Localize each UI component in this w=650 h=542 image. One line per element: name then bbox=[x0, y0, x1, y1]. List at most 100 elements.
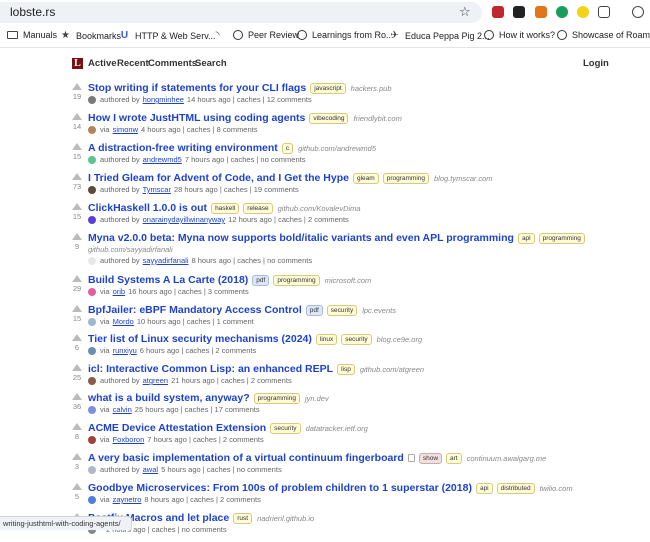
story-user-link[interactable]: Mordo bbox=[113, 317, 134, 326]
story-domain[interactable]: nadrieril.github.io bbox=[257, 514, 314, 523]
extension-icon-4[interactable] bbox=[556, 6, 568, 18]
story-user-link[interactable]: hongminhee bbox=[143, 95, 184, 104]
story-tag[interactable]: security bbox=[341, 333, 372, 345]
story-user-link[interactable]: runxiyu bbox=[113, 346, 137, 355]
profile-icon[interactable] bbox=[632, 6, 644, 18]
story-title-link[interactable]: Goodbye Microservices: From 100s of prob… bbox=[88, 482, 472, 494]
upvote-arrow-icon[interactable] bbox=[72, 393, 82, 400]
user-avatar[interactable] bbox=[88, 95, 96, 104]
story-title-link[interactable]: Myna v2.0.0 beta: Myna now supports bold… bbox=[88, 232, 514, 244]
story-tag[interactable]: rust bbox=[233, 512, 253, 524]
story-tag[interactable]: programming bbox=[253, 392, 300, 404]
story-tag[interactable]: art bbox=[446, 452, 462, 464]
upvote-arrow-icon[interactable] bbox=[72, 453, 82, 460]
bookmark-item[interactable]: Showcase of Roam bbox=[557, 30, 650, 40]
story-tag[interactable]: api bbox=[475, 482, 493, 494]
extensions-puzzle-icon[interactable] bbox=[598, 6, 610, 18]
story-tag[interactable]: programming bbox=[538, 232, 585, 244]
story-tag[interactable]: pdf bbox=[252, 274, 270, 286]
user-avatar[interactable] bbox=[88, 495, 96, 504]
upvote-arrow-icon[interactable] bbox=[72, 364, 82, 371]
story-tag[interactable]: distributed bbox=[496, 482, 535, 494]
story-tag[interactable]: pdf bbox=[305, 304, 323, 316]
bookmark-item[interactable]: Peer Review bbox=[233, 30, 299, 40]
story-tag[interactable]: programming bbox=[382, 172, 429, 184]
story-domain[interactable]: microsoft.com bbox=[325, 276, 372, 285]
story-domain[interactable]: blog.ce9e.org bbox=[377, 335, 422, 344]
story-title-link[interactable]: Tier list of Linux security mechanisms (… bbox=[88, 333, 312, 345]
story-user-link[interactable]: Foxboron bbox=[113, 435, 145, 444]
upvote-arrow-icon[interactable] bbox=[72, 423, 82, 430]
user-avatar[interactable] bbox=[88, 215, 96, 224]
story-user-link[interactable]: onarainydayillwinanyway bbox=[143, 215, 226, 224]
story-domain[interactable]: hackers.pub bbox=[351, 84, 392, 93]
bookmark-item[interactable]: ◝ bbox=[212, 30, 228, 41]
story-tag[interactable]: c bbox=[281, 142, 294, 154]
story-title-link[interactable]: ACME Device Attestation Extension bbox=[88, 422, 266, 434]
extension-icon-1[interactable] bbox=[492, 6, 504, 18]
story-user-link[interactable]: sayyadirfanali bbox=[143, 256, 189, 265]
story-domain[interactable]: github.com/KovalevDima bbox=[278, 204, 361, 213]
user-avatar[interactable] bbox=[88, 317, 96, 326]
story-title-link[interactable]: How I wrote JustHTML using coding agents bbox=[88, 112, 305, 124]
nav-search[interactable]: Search bbox=[195, 58, 227, 69]
upvote-arrow-icon[interactable] bbox=[72, 83, 82, 90]
story-title-link[interactable]: ClickHaskell 1.0.0 is out bbox=[88, 202, 207, 214]
upvote-arrow-icon[interactable] bbox=[72, 483, 82, 490]
user-avatar[interactable] bbox=[88, 435, 96, 444]
login-link[interactable]: Login bbox=[583, 58, 609, 69]
story-user-link[interactable]: awal bbox=[143, 465, 158, 474]
user-avatar[interactable] bbox=[88, 376, 96, 385]
extension-icon-5[interactable] bbox=[577, 6, 589, 18]
user-avatar[interactable] bbox=[88, 346, 96, 355]
story-tag[interactable]: javascript bbox=[310, 82, 346, 94]
story-user-link[interactable]: zaynetro bbox=[113, 495, 142, 504]
story-user-link[interactable]: orib bbox=[113, 287, 126, 296]
story-domain[interactable]: twilio.com bbox=[540, 484, 573, 493]
user-avatar[interactable] bbox=[88, 405, 96, 414]
story-user-link[interactable]: Tymscar bbox=[143, 185, 171, 194]
story-tag[interactable]: apl bbox=[517, 232, 535, 244]
upvote-arrow-icon[interactable] bbox=[72, 334, 82, 341]
bookmark-item[interactable]: Manuals bbox=[7, 30, 57, 40]
bookmark-star-icon[interactable]: ☆ bbox=[459, 4, 471, 20]
story-title-link[interactable]: icl: Interactive Common Lisp: an enhance… bbox=[88, 363, 333, 375]
upvote-arrow-icon[interactable] bbox=[72, 233, 82, 240]
omnibox[interactable]: lobste.rs ☆ bbox=[0, 2, 482, 23]
story-domain[interactable]: continuum.awalgarg.me bbox=[467, 454, 547, 463]
upvote-arrow-icon[interactable] bbox=[72, 173, 82, 180]
extension-metamask-icon[interactable] bbox=[535, 6, 547, 18]
story-title-link[interactable]: I Tried Gleam for Advent of Code, and I … bbox=[88, 172, 349, 184]
nav-recent[interactable]: Recent bbox=[117, 58, 149, 69]
story-title-link[interactable]: Build Systems A La Carte (2018) bbox=[88, 274, 248, 286]
user-avatar[interactable] bbox=[88, 185, 96, 194]
story-tag[interactable]: linux bbox=[315, 333, 338, 345]
bookmark-item[interactable]: How it works? bbox=[484, 30, 555, 40]
story-domain[interactable]: friendlybit.com bbox=[353, 114, 401, 123]
user-avatar[interactable] bbox=[88, 256, 96, 265]
story-tag[interactable]: security bbox=[270, 422, 301, 434]
bookmark-item[interactable]: ★ Bookmarks bbox=[60, 30, 121, 41]
user-avatar[interactable] bbox=[88, 465, 96, 474]
bookmark-item[interactable]: U HTTP & Web Serv... bbox=[119, 30, 216, 41]
story-user-link[interactable]: calvin bbox=[113, 405, 132, 414]
user-avatar[interactable] bbox=[88, 287, 96, 296]
story-tag[interactable]: lisp bbox=[337, 363, 355, 375]
user-avatar[interactable] bbox=[88, 155, 96, 164]
upvote-arrow-icon[interactable] bbox=[72, 143, 82, 150]
story-domain[interactable]: datatracker.ietf.org bbox=[306, 424, 368, 433]
story-user-link[interactable]: simonw bbox=[113, 125, 138, 134]
story-title-link[interactable]: A distraction-free writing environment bbox=[88, 142, 278, 154]
nav-active[interactable]: Active bbox=[88, 58, 117, 69]
story-tag[interactable]: security bbox=[326, 304, 358, 316]
bookmark-item[interactable]: Learnings from Ro... bbox=[297, 30, 394, 40]
upvote-arrow-icon[interactable] bbox=[72, 113, 82, 120]
story-user-link[interactable]: andrewmd5 bbox=[143, 155, 182, 164]
story-title-link[interactable]: A very basic implementation of a virtual… bbox=[88, 452, 404, 464]
nav-comments[interactable]: Comments bbox=[148, 58, 197, 69]
upvote-arrow-icon[interactable] bbox=[72, 203, 82, 210]
upvote-arrow-icon[interactable] bbox=[72, 305, 82, 312]
story-domain[interactable]: jyn.dev bbox=[305, 394, 329, 403]
upvote-arrow-icon[interactable] bbox=[72, 275, 82, 282]
url-text[interactable]: lobste.rs bbox=[10, 5, 55, 19]
